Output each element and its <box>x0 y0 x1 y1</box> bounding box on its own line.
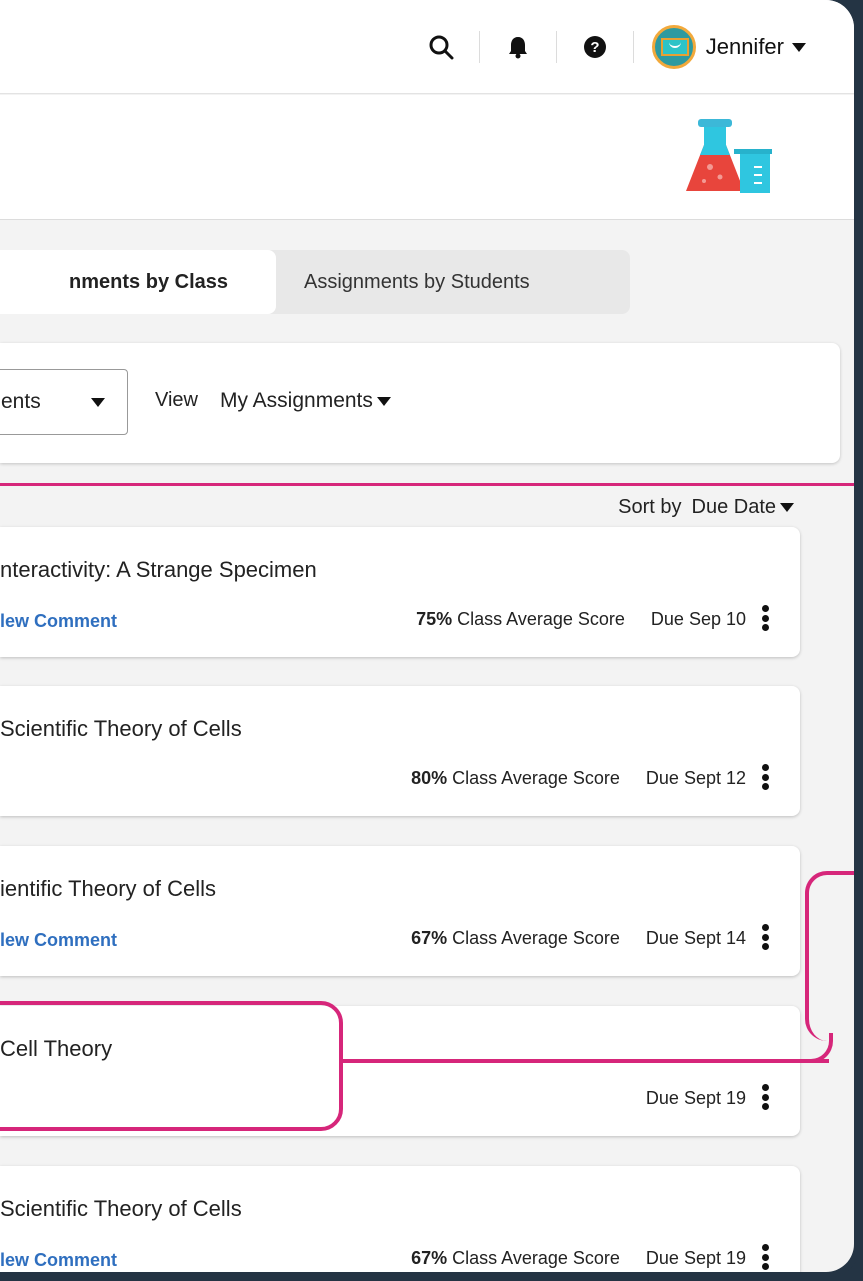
sort-label: Sort by <box>618 496 682 518</box>
sort-control[interactable]: Sort by Due Date <box>618 496 794 519</box>
annotation-line <box>0 483 854 486</box>
flask-icon <box>686 119 772 193</box>
assignment-meta: 67% Class Average Score Due Sept 19 <box>411 1248 746 1269</box>
due-date: Due Sept 19 <box>645 1248 746 1268</box>
more-options-icon[interactable] <box>762 605 770 631</box>
due-date: Due Sept 12 <box>645 768 746 788</box>
filter-panel: ents View My Assignments <box>0 343 840 463</box>
view-dropdown[interactable]: My Assignments <box>220 389 391 413</box>
assignment-type-select[interactable]: ents <box>0 369 128 435</box>
divider <box>555 31 557 63</box>
score: 67% <box>411 1248 448 1268</box>
avatar[interactable] <box>651 25 696 69</box>
app-content: ? Jennifer nments by Class Assignments b… <box>0 0 854 1272</box>
score-label: Class Average Score <box>457 609 625 629</box>
score: 80% <box>411 768 448 788</box>
select-value: ents <box>1 390 41 413</box>
divider <box>478 31 480 63</box>
due-date: Due Sept 14 <box>645 928 746 948</box>
due-date: Due Sept 19 <box>645 1088 746 1108</box>
chevron-down-icon <box>780 503 794 513</box>
new-comment-link[interactable]: lew Comment <box>0 1250 117 1271</box>
tab-assignments-by-class[interactable]: nments by Class <box>0 250 276 314</box>
top-bar-actions: ? Jennifer <box>421 25 806 69</box>
score: 75% <box>416 609 453 629</box>
page-banner <box>0 95 854 220</box>
assignment-card[interactable]: nteractivity: A Strange Specimen lew Com… <box>0 527 800 657</box>
score-label: Class Average Score <box>452 928 620 948</box>
assignment-card[interactable]: Scientific Theory of Cells 80% Class Ave… <box>0 686 800 816</box>
assignment-meta: Due Sept 19 <box>646 1088 746 1109</box>
assignment-title[interactable]: Scientific Theory of Cells <box>0 716 242 742</box>
score-label: Class Average Score <box>452 768 620 788</box>
assignment-meta: 75% Class Average Score Due Sep 10 <box>416 609 746 630</box>
help-icon[interactable]: ? <box>575 27 615 67</box>
assignment-meta: 67% Class Average Score Due Sept 14 <box>411 928 746 949</box>
more-options-icon[interactable] <box>762 1244 770 1270</box>
assignment-title[interactable]: Scientific Theory of Cells <box>0 1196 242 1222</box>
divider <box>632 31 634 63</box>
top-bar: ? Jennifer <box>0 0 854 94</box>
more-options-icon[interactable] <box>762 764 770 790</box>
annotation-hook <box>805 871 854 1041</box>
assignment-card[interactable]: ientific Theory of Cells lew Comment 67%… <box>0 846 800 976</box>
chevron-down-icon <box>376 396 391 406</box>
assignment-card[interactable]: Scientific Theory of Cells lew Comment 6… <box>0 1166 800 1272</box>
view-tabs: nments by Class Assignments by Students <box>0 250 630 314</box>
due-date: Due Sep 10 <box>650 609 746 629</box>
chevron-down-icon <box>91 398 105 407</box>
user-name[interactable]: Jennifer <box>706 34 784 60</box>
score-label: Class Average Score <box>452 1248 620 1268</box>
new-comment-link[interactable]: lew Comment <box>0 611 117 632</box>
tab-assignments-by-students[interactable]: Assignments by Students <box>276 250 530 314</box>
assignment-title[interactable]: nteractivity: A Strange Specimen <box>0 557 317 583</box>
assignment-meta: 80% Class Average Score Due Sept 12 <box>411 768 746 789</box>
assignment-title[interactable]: ientific Theory of Cells <box>0 876 216 902</box>
more-options-icon[interactable] <box>762 924 770 950</box>
more-options-icon[interactable] <box>762 1084 770 1110</box>
new-comment-link[interactable]: lew Comment <box>0 930 117 951</box>
score: 67% <box>411 928 448 948</box>
annotation-connector <box>343 1059 829 1063</box>
svg-text:?: ? <box>590 39 599 56</box>
view-label: View <box>155 389 198 411</box>
search-icon[interactable] <box>421 27 461 67</box>
chevron-down-icon[interactable] <box>792 42 806 52</box>
sort-value: Due Date <box>691 496 777 518</box>
bell-icon[interactable] <box>498 27 538 67</box>
annotation-highlight-box <box>0 1001 343 1131</box>
